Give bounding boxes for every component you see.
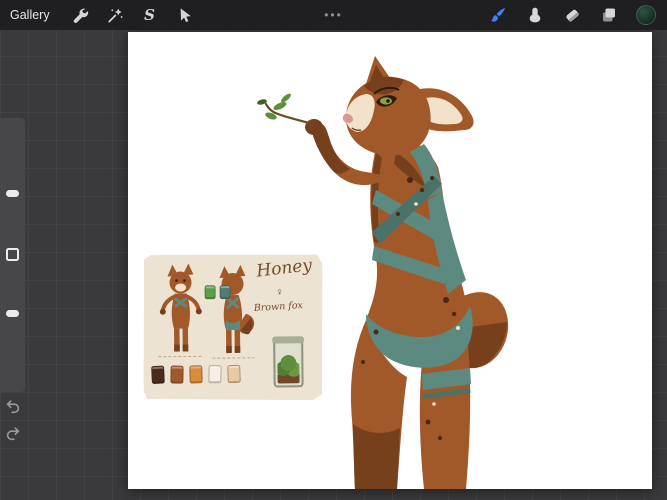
eraser-icon[interactable] bbox=[559, 2, 585, 28]
s-ribbon-icon: S bbox=[144, 8, 155, 23]
cursor-arrow-icon bbox=[176, 6, 194, 24]
adjustments-wand-icon[interactable] bbox=[102, 2, 128, 28]
palette-swatch bbox=[227, 365, 241, 383]
reference-sheet: Honey ♀ Brown fox bbox=[142, 253, 324, 402]
specimen-jar bbox=[273, 337, 304, 387]
toolbar-right-group bbox=[485, 2, 659, 28]
magic-wand-icon bbox=[106, 6, 124, 24]
reference-title: Honey bbox=[255, 255, 313, 281]
jar-lid bbox=[272, 336, 304, 343]
layers-icon[interactable] bbox=[596, 2, 622, 28]
procreate-app: Gallery S bbox=[0, 0, 667, 500]
modify-button[interactable] bbox=[6, 248, 19, 261]
gallery-button[interactable]: Gallery bbox=[8, 6, 58, 24]
palette-swatch bbox=[151, 366, 165, 385]
palette-swatch bbox=[208, 365, 221, 383]
eraser-shape-icon bbox=[563, 6, 581, 24]
current-color-circle bbox=[636, 5, 656, 25]
jar-plant bbox=[277, 346, 299, 383]
brush-icon[interactable] bbox=[485, 2, 511, 28]
toolbar-left-group: Gallery S bbox=[8, 2, 198, 28]
finger-icon bbox=[526, 6, 544, 24]
paintbrush-icon bbox=[489, 6, 507, 24]
reference-figures bbox=[145, 262, 260, 365]
reference-figure-back bbox=[211, 265, 254, 358]
palette-swatch bbox=[220, 285, 231, 299]
drawing-canvas[interactable]: Honey ♀ Brown fox bbox=[128, 32, 652, 489]
reference-gender-symbol: ♀ bbox=[276, 286, 284, 298]
brush-opacity-slider[interactable] bbox=[6, 310, 19, 317]
selection-icon[interactable]: S bbox=[137, 2, 163, 28]
palette-swatch bbox=[170, 365, 183, 383]
layers-stack-icon bbox=[600, 6, 618, 24]
brush-size-slider[interactable] bbox=[6, 190, 19, 197]
brush-sidebar bbox=[0, 118, 25, 392]
undo-arrow-icon bbox=[4, 397, 22, 415]
palette-swatch bbox=[205, 285, 216, 299]
redo-arrow-icon bbox=[4, 424, 22, 442]
canvas-options-dots[interactable]: ••• bbox=[318, 0, 349, 30]
undo-button[interactable] bbox=[4, 396, 24, 416]
undo-redo-group bbox=[4, 396, 24, 443]
reference-species: Brown fox bbox=[253, 300, 303, 314]
top-toolbar: Gallery S bbox=[0, 0, 667, 30]
palette-swatch bbox=[189, 365, 202, 383]
transform-arrow-icon[interactable] bbox=[172, 2, 198, 28]
actions-wrench-icon[interactable] bbox=[67, 2, 93, 28]
smudge-icon[interactable] bbox=[522, 2, 548, 28]
color-swatch[interactable] bbox=[633, 2, 659, 28]
redo-button[interactable] bbox=[4, 423, 24, 443]
reference-figure-front bbox=[157, 263, 202, 356]
wrench-icon bbox=[71, 6, 89, 24]
